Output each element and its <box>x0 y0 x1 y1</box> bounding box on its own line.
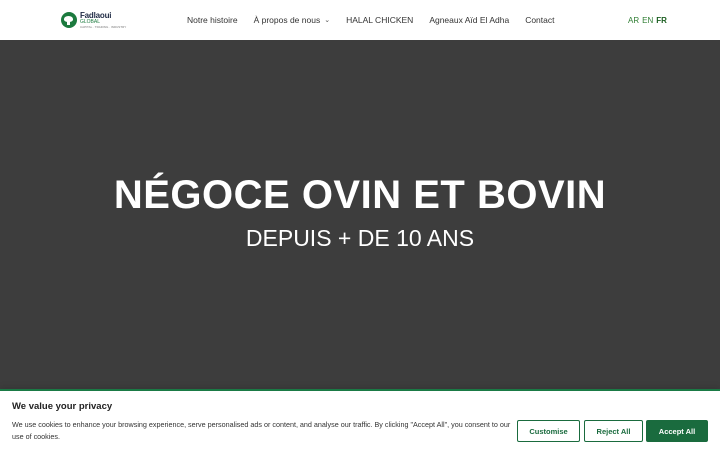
chevron-down-icon: ⌄ <box>324 17 331 24</box>
site-header: Fadlaoui GLOBAL CAPITAL · TRADING · INDU… <box>0 0 720 40</box>
site-logo[interactable]: Fadlaoui GLOBAL CAPITAL · TRADING · INDU… <box>61 10 126 30</box>
nav-item-a-propos[interactable]: À propos de nous ⌄ <box>254 15 331 25</box>
reject-all-button[interactable]: Reject All <box>584 420 643 442</box>
accept-all-button[interactable]: Accept All <box>646 420 708 442</box>
hero-title: NÉGOCE OVIN ET BOVIN <box>113 173 607 217</box>
customise-button[interactable]: Customise <box>517 420 580 442</box>
lang-ar[interactable]: AR <box>628 16 639 25</box>
nav-item-contact[interactable]: Contact <box>525 15 554 25</box>
lang-en[interactable]: EN <box>642 16 653 25</box>
language-switcher: AR EN FR <box>628 0 667 40</box>
cookie-banner: We value your privacy We use cookies to … <box>0 389 720 450</box>
nav-item-halal-chicken[interactable]: HALAL CHICKEN <box>346 15 413 25</box>
cookie-text: We use cookies to enhance your browsing … <box>12 420 511 441</box>
logo-sub: GLOBAL <box>80 18 101 25</box>
lang-fr[interactable]: FR <box>656 16 667 25</box>
cookie-title: We value your privacy <box>12 401 113 412</box>
logo-icon <box>61 12 77 28</box>
hero-section: NÉGOCE OVIN ET BOVIN DEPUIS + DE 10 ANS <box>0 40 720 390</box>
main-nav: Notre histoire À propos de nous ⌄ HALAL … <box>187 0 570 40</box>
nav-item-notre-histoire[interactable]: Notre histoire <box>187 15 238 25</box>
logo-tagline: CAPITAL · TRADING · INDUSTRY <box>80 24 127 29</box>
hero-subtitle: DEPUIS + DE 10 ANS <box>245 225 475 251</box>
nav-item-agneaux[interactable]: Agneaux Aïd El Adha <box>429 15 509 25</box>
